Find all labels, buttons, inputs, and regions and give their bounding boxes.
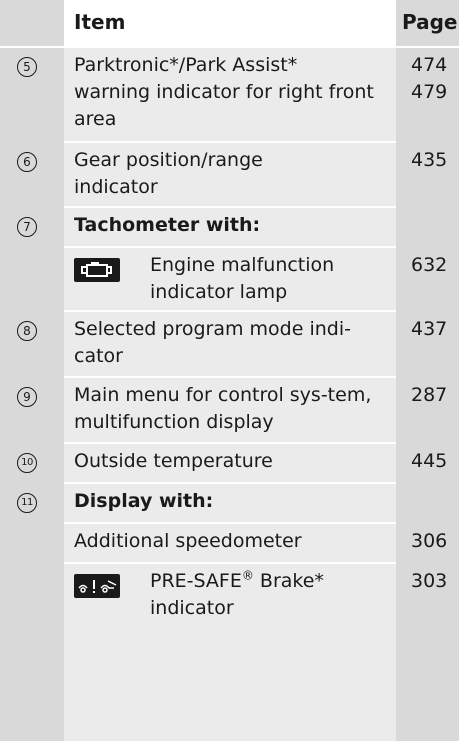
page-ref[interactable]: 306 <box>411 528 459 555</box>
table-row: PRE-SAFE® Brake* indicator 303 <box>0 564 459 741</box>
table-row: Additional speedometer 306 <box>0 524 459 564</box>
item-number: 11 <box>17 493 37 513</box>
page-ref[interactable]: 303 <box>411 568 459 595</box>
item-number: 7 <box>17 217 37 237</box>
item-text: Display with: <box>74 490 214 512</box>
page-ref[interactable]: 287 <box>411 382 459 409</box>
page-ref[interactable]: 474 479 <box>411 52 459 106</box>
table-row: 8 Selected program mode indi-cator 437 <box>0 312 459 378</box>
num-cell <box>0 564 64 741</box>
engine-malfunction-icon <box>74 258 120 282</box>
header-page: Page <box>402 10 458 34</box>
page-ref[interactable]: 445 <box>411 448 459 475</box>
item-number: 6 <box>17 152 37 172</box>
item-text: PRE-SAFE® Brake* indicator <box>150 568 380 622</box>
table-row: 5 Parktronic*/Park Assist* warning indic… <box>0 48 459 143</box>
page-ref[interactable]: 435 <box>411 147 459 174</box>
page-cell <box>396 484 459 524</box>
item-number: 10 <box>17 453 37 473</box>
header-row: Item Page <box>0 0 459 48</box>
item-text: Parktronic*/Park Assist* warning indicat… <box>74 54 374 130</box>
item-number: 8 <box>17 321 37 341</box>
item-text-main: PRE-SAFE <box>150 570 242 592</box>
table-row: 10 Outside temperature 445 <box>0 444 459 484</box>
item-text: Main menu for control sys-tem, multifunc… <box>74 384 372 433</box>
index-table: Item Page 5 Parktronic*/Park Assist* war… <box>0 0 459 741</box>
registered-mark: ® <box>241 568 254 583</box>
page-cell <box>396 208 459 248</box>
page-ref[interactable]: 437 <box>411 316 459 343</box>
item-text: Additional speedometer <box>74 530 302 552</box>
table-row: 7 Tachometer with: <box>0 208 459 248</box>
item-text: Tachometer with: <box>74 214 261 236</box>
num-cell <box>0 524 64 564</box>
page-ref[interactable]: 632 <box>411 252 459 279</box>
item-text: Selected program mode indi-cator <box>74 318 351 367</box>
item-text: Outside temperature <box>74 450 273 472</box>
table-row: 6 Gear position/range indicator 435 <box>0 143 459 208</box>
table-row: 11 Display with: <box>0 484 459 524</box>
table-row: Engine malfunction indicator lamp 632 <box>0 248 459 312</box>
pre-safe-brake-icon <box>74 574 120 598</box>
item-text: Engine malfunction indicator lamp <box>150 254 335 303</box>
num-cell <box>0 248 64 312</box>
item-text: Gear position/range indicator <box>74 149 263 198</box>
header-item: Item <box>74 10 126 34</box>
item-number: 5 <box>17 57 37 77</box>
item-number: 9 <box>17 387 37 407</box>
table-row: 9 Main menu for control sys-tem, multifu… <box>0 378 459 444</box>
